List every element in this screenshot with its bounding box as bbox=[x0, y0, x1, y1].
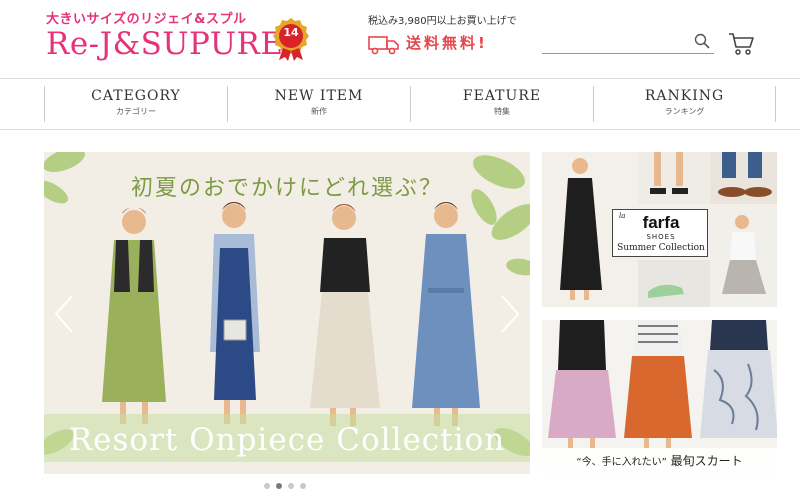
site-logo[interactable]: 大きいサイズのリジェイ&スプル Re-J&SUPURE bbox=[46, 8, 283, 68]
nav-category-sub: カテゴリー bbox=[116, 107, 156, 116]
search-bar bbox=[542, 30, 714, 54]
shoes-collection-banner[interactable]: la farfa SHOES Summer Collection bbox=[542, 152, 777, 307]
nav-feature-sub: 特集 bbox=[494, 107, 510, 116]
farfa-brand-name: farfa bbox=[642, 213, 680, 232]
main-carousel-slide[interactable]: 初夏のおでかけにどれ選ぶ？ Resort Onpiece Collection bbox=[44, 152, 530, 474]
cart-icon[interactable] bbox=[728, 32, 754, 56]
nav-category-label: CATEGORY bbox=[91, 88, 181, 104]
farfa-line: SHOES bbox=[646, 233, 676, 241]
carousel-dot-4[interactable] bbox=[300, 483, 306, 489]
logo-brand-name: Re-J&SUPURE bbox=[46, 26, 284, 62]
nav-feature-label: FEATURE bbox=[462, 88, 542, 104]
free-shipping-banner[interactable]: 税込み3,980円以上お買い上げで 送料無料! bbox=[368, 12, 528, 62]
free-shipping-label: 送料無料! bbox=[406, 34, 488, 52]
carousel-next-icon[interactable] bbox=[496, 292, 522, 336]
nav-ranking-sub: ランキング bbox=[664, 107, 705, 116]
skirt-feature-banner[interactable]: “今、手に入れたい” 最旬スカート bbox=[542, 320, 777, 475]
carousel-dot-2[interactable] bbox=[276, 483, 282, 489]
carousel-pagination bbox=[264, 483, 312, 491]
nav-new-item[interactable]: NEW ITEM 新作 bbox=[227, 86, 410, 122]
ribbon-badge-icon bbox=[273, 18, 309, 61]
banner-caption: Resort Onpiece Collection bbox=[68, 422, 506, 458]
nav-new-item-sub: 新作 bbox=[311, 107, 327, 116]
nav-ranking-label: RANKING bbox=[644, 88, 725, 104]
nav-category[interactable]: CATEGORY カテゴリー bbox=[44, 86, 227, 122]
banner-headline: 初夏のおでかけにどれ選ぶ？ bbox=[130, 176, 443, 201]
carousel-dot-1[interactable] bbox=[264, 483, 270, 489]
search-input[interactable] bbox=[542, 30, 687, 52]
anniversary-badge: 14 bbox=[273, 17, 309, 61]
shipping-condition: 税込み3,980円以上お買い上げで bbox=[368, 16, 517, 27]
main-navigation: CATEGORY カテゴリー NEW ITEM 新作 FEATURE 特集 RA… bbox=[0, 78, 800, 130]
site-header: 大きいサイズのリジェイ&スプル Re-J&SUPURE 14 税込み3,980円… bbox=[0, 0, 800, 78]
skirt-caption-title: 最旬スカート bbox=[670, 454, 743, 468]
skirt-caption-quote: “今、手に入れたい” bbox=[576, 457, 667, 468]
anniversary-number: 14 bbox=[283, 26, 299, 39]
farfa-collection: Summer Collection bbox=[617, 243, 705, 253]
carousel-prev-icon[interactable] bbox=[52, 292, 78, 336]
farfa-brand-card: la farfa SHOES Summer Collection bbox=[612, 209, 708, 257]
nav-ranking[interactable]: RANKING ランキング bbox=[593, 86, 776, 122]
carousel-dot-3[interactable] bbox=[288, 483, 294, 489]
truck-icon bbox=[368, 36, 399, 55]
logo-tagline: 大きいサイズのリジェイ&スプル bbox=[46, 12, 247, 27]
search-icon[interactable] bbox=[694, 33, 710, 49]
nav-new-item-label: NEW ITEM bbox=[274, 88, 364, 104]
nav-feature[interactable]: FEATURE 特集 bbox=[410, 86, 593, 122]
skirt-caption: “今、手に入れたい” 最旬スカート bbox=[542, 452, 777, 469]
